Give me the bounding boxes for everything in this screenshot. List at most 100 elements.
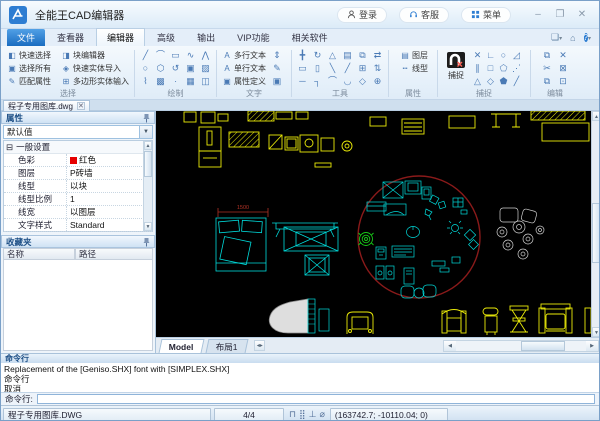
tab-editor[interactable]: 编辑器 xyxy=(96,28,146,46)
draw-tool-icon[interactable]: ╱ xyxy=(138,49,153,62)
draw-tool-icon[interactable]: ▨ xyxy=(198,62,213,75)
scroll-right-icon[interactable]: ▶ xyxy=(586,341,598,351)
scroll-down-icon[interactable]: ▼ xyxy=(144,222,152,231)
canvas-vertical-scrollbar[interactable]: ▲ ▼ xyxy=(591,111,599,337)
tab-output[interactable]: 输出 xyxy=(187,29,225,46)
draw-tool-icon[interactable]: ⌇ xyxy=(138,75,153,88)
tab-file[interactable]: 文件 xyxy=(7,29,46,46)
snap-mode-icon[interactable]: ╱ xyxy=(510,75,523,88)
ribbon-button[interactable]: ◧ 快速选择 xyxy=(5,49,59,62)
modify-tool-icon[interactable]: ─ xyxy=(295,75,310,88)
snap-mode-icon[interactable]: ⬟ xyxy=(497,75,510,88)
modify-tool-icon[interactable]: ⌒ xyxy=(325,75,340,88)
column-header-name[interactable]: 名称 xyxy=(3,248,75,260)
ribbon-button[interactable]: A 多行文本 xyxy=(220,49,270,62)
ribbon-button[interactable]: ◈ 快速实体导入 xyxy=(59,62,129,75)
modify-tool-icon[interactable]: ▯ xyxy=(310,62,325,75)
property-row-linetype-scale[interactable]: 线型比例 1 xyxy=(4,193,152,206)
close-button[interactable]: ✕ xyxy=(573,7,591,23)
modify-tool-icon[interactable]: ⇄ xyxy=(370,49,385,62)
ribbon-button[interactable]: ✎ 匹配属性 xyxy=(5,75,59,88)
new-drawing-icon[interactable]: ❏▾ xyxy=(551,32,562,43)
column-header-path[interactable]: 路径 xyxy=(75,248,153,260)
favorites-list[interactable] xyxy=(3,260,153,351)
canvas-horizontal-scrollbar[interactable]: ◀ ▶ xyxy=(443,340,599,352)
document-tab[interactable]: 程子专用图库.dwg ✕ xyxy=(3,100,90,111)
ribbon-button[interactable]: ◨ 块编辑器 xyxy=(59,49,129,62)
modify-tool-icon[interactable]: ⇅ xyxy=(370,62,385,75)
edit-tool-icon[interactable]: ⧉ xyxy=(539,75,555,88)
property-row-lineweight[interactable]: 线宽 以图层 xyxy=(4,206,152,219)
tab-vip[interactable]: VIP功能 xyxy=(227,29,280,46)
ribbon-button[interactable]: ▣ 属性定义 xyxy=(220,75,270,88)
ribbon-button[interactable]: ⊞ 多边形实体输入 xyxy=(59,75,129,88)
tab-layout1[interactable]: 布局1 xyxy=(205,339,248,353)
draw-tool-icon[interactable]: ∿ xyxy=(183,49,198,62)
ribbon-button[interactable]: A 单行文本 xyxy=(220,62,270,75)
modify-tool-icon[interactable]: ┐ xyxy=(310,75,325,88)
edit-tool-icon[interactable]: ⧉ xyxy=(539,49,555,62)
status-mode-icon[interactable]: ⊥ xyxy=(309,409,317,420)
favorites-panel-header[interactable]: 收藏夹 xyxy=(1,235,155,248)
text-option-icon[interactable]: ▣ xyxy=(270,75,284,88)
edit-tool-icon[interactable]: ✕ xyxy=(555,49,571,62)
scrollbar-thumb[interactable] xyxy=(592,203,599,263)
property-row-linetype[interactable]: 线型 以块 xyxy=(4,180,152,193)
modify-tool-icon[interactable]: ▭ xyxy=(295,62,310,75)
tab-model[interactable]: Model xyxy=(158,339,205,353)
collapse-icon[interactable]: ⊟ xyxy=(6,142,13,153)
property-preset-select[interactable]: 默认值 ▼ xyxy=(3,125,153,139)
snap-mode-icon[interactable]: ○ xyxy=(497,49,510,62)
command-input[interactable] xyxy=(36,394,595,404)
property-row-textstyle[interactable]: 文字样式 Standard xyxy=(4,219,152,232)
snap-big-button[interactable]: 捕捉 xyxy=(441,49,471,88)
minimize-button[interactable]: – xyxy=(529,7,547,23)
snap-mode-icon[interactable]: ⬠ xyxy=(497,62,510,75)
modify-tool-icon[interactable]: △ xyxy=(325,49,340,62)
pin-icon[interactable] xyxy=(143,237,150,247)
modify-tool-icon[interactable]: ⊞ xyxy=(355,62,370,75)
draw-tool-icon[interactable]: ⬡ xyxy=(153,62,168,75)
property-row-color[interactable]: 色彩 红色 xyxy=(4,154,152,167)
text-option-icon[interactable]: ✎ xyxy=(270,62,284,75)
status-mode-icon[interactable]: ⣿ xyxy=(299,409,306,420)
property-grid-scrollbar[interactable]: ▲ ▼ xyxy=(143,141,152,231)
modify-tool-icon[interactable]: ◇ xyxy=(355,75,370,88)
edit-tool-icon[interactable]: ✂ xyxy=(539,62,555,75)
draw-tool-icon[interactable]: ↺ xyxy=(168,62,183,75)
text-option-icon[interactable]: ⇕ xyxy=(270,49,284,62)
maximize-button[interactable]: ❐ xyxy=(551,7,569,23)
tab-viewer[interactable]: 查看器 xyxy=(47,29,94,46)
pin-icon[interactable] xyxy=(143,113,150,123)
chevron-down-icon[interactable]: ▼ xyxy=(139,126,152,138)
modify-tool-icon[interactable]: ╋ xyxy=(295,49,310,62)
properties-panel-header[interactable]: 属性 xyxy=(1,111,155,124)
scroll-up-icon[interactable]: ▲ xyxy=(592,111,599,121)
snap-mode-icon[interactable]: ∟ xyxy=(484,49,497,62)
help-icon[interactable]: ?▾ xyxy=(583,32,591,43)
draw-tool-icon[interactable]: ⋀ xyxy=(198,49,213,62)
modify-tool-icon[interactable]: ⊕ xyxy=(370,75,385,88)
property-section-header[interactable]: ⊟ 一般设置 xyxy=(4,141,152,154)
draw-tool-icon[interactable]: ○ xyxy=(138,62,153,75)
command-panel-header[interactable]: 命令行 xyxy=(1,353,599,363)
layout-list-icon[interactable]: ◂▸ xyxy=(254,340,266,351)
draw-tool-icon[interactable]: ▦ xyxy=(183,75,198,88)
status-mode-icon[interactable]: ⊓ xyxy=(289,409,296,420)
snap-mode-icon[interactable]: ⋰ xyxy=(510,62,523,75)
draw-tool-icon[interactable]: ∙ xyxy=(168,75,183,88)
scroll-down-icon[interactable]: ▼ xyxy=(592,327,599,337)
cad-canvas[interactable]: 1500 xyxy=(156,110,592,337)
modify-tool-icon[interactable]: ╱ xyxy=(340,62,355,75)
draw-tool-icon[interactable]: ▣ xyxy=(183,62,198,75)
modify-tool-icon[interactable]: ↻ xyxy=(310,49,325,62)
property-row-layer[interactable]: 图层 P砖墙 xyxy=(4,167,152,180)
draw-tool-icon[interactable]: ◫ xyxy=(198,75,213,88)
draw-tool-icon[interactable]: ⌒ xyxy=(153,49,168,62)
ribbon-button[interactable]: ┅ 线型 xyxy=(398,62,428,75)
scrollbar-thumb[interactable] xyxy=(144,151,152,177)
snap-mode-icon[interactable]: ✕ xyxy=(471,49,484,62)
edit-tool-icon[interactable]: ⊡ xyxy=(555,75,571,88)
scrollbar-thumb[interactable] xyxy=(521,341,565,351)
snap-mode-icon[interactable]: ◇ xyxy=(484,75,497,88)
